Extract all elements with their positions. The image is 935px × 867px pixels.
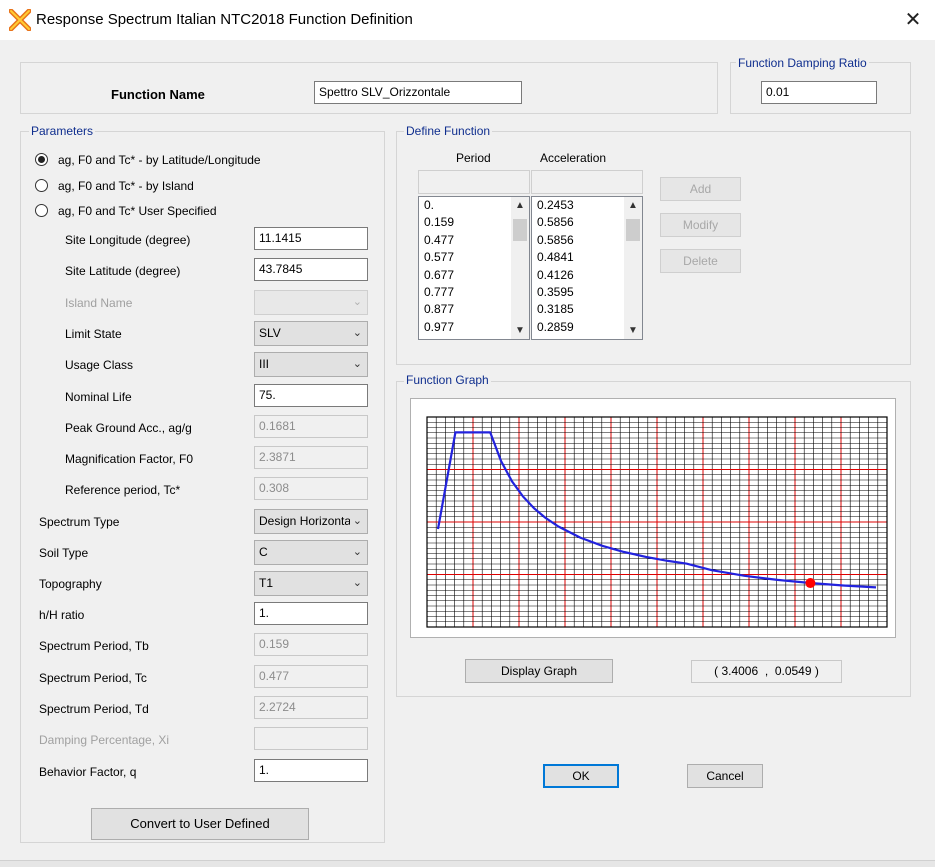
chevron-down-icon: ⌄ (352, 358, 362, 370)
chevron-down-icon: ⌄ (349, 510, 362, 533)
behavior-factor-label: Behavior Factor, q (39, 765, 137, 779)
add-button[interactable]: Add (660, 177, 741, 201)
acceleration-scrollbar[interactable]: ▲ ▼ (624, 197, 642, 339)
function-graph-group-label: Function Graph (404, 373, 491, 387)
limit-state-value: SLV (259, 326, 281, 340)
ok-button[interactable]: OK (543, 764, 619, 788)
app-icon (9, 9, 31, 31)
topography-select[interactable]: T1 ⌄ (254, 571, 368, 596)
chevron-down-icon: ⌄ (352, 577, 362, 589)
damping-pct-value (254, 727, 368, 750)
tb-label: Spectrum Period, Tb (39, 639, 149, 653)
parameters-group-label: Parameters (29, 124, 96, 138)
period-header: Period (456, 151, 491, 165)
usage-class-label: Usage Class (65, 358, 134, 372)
limit-state-label: Limit State (65, 327, 122, 341)
td-label: Spectrum Period, Td (39, 702, 149, 716)
site-longitude-input[interactable]: 11.1415 (254, 227, 368, 250)
site-longitude-label: Site Longitude (degree) (65, 233, 191, 247)
usage-class-select[interactable]: III ⌄ (254, 352, 368, 377)
selected-point-marker (805, 578, 816, 589)
damping-group-label: Function Damping Ratio (736, 56, 869, 70)
chevron-down-icon: ⌄ (352, 296, 362, 308)
soil-type-select[interactable]: C ⌄ (254, 540, 368, 565)
function-name-input[interactable]: Spettro SLV_Orizzontale (314, 81, 522, 104)
acceleration-entry-box[interactable] (531, 170, 643, 194)
peak-ground-acc-value: 0.1681 (254, 415, 368, 438)
limit-state-select[interactable]: SLV ⌄ (254, 321, 368, 346)
window-title: Response Spectrum Italian NTC2018 Functi… (36, 11, 413, 28)
soil-type-label: Soil Type (39, 546, 89, 560)
site-latitude-label: Site Latitude (degree) (65, 264, 181, 278)
period-list[interactable]: 0. 0.159 0.477 0.577 0.677 0.777 0.877 0… (418, 196, 530, 340)
spectrum-type-label: Spectrum Type (39, 515, 120, 529)
td-value: 2.2724 (254, 696, 368, 719)
radio-lat-long-label: ag, F0 and Tc* - by Latitude/Longitude (58, 153, 261, 167)
usage-class-value: III (259, 357, 270, 371)
title-bar: Response Spectrum Italian NTC2018 Functi… (0, 0, 935, 40)
damping-pct-label: Damping Percentage, Xi (39, 733, 170, 747)
tb-value: 0.159 (254, 633, 368, 656)
display-graph-button[interactable]: Display Graph (465, 659, 613, 683)
scroll-thumb[interactable] (513, 219, 527, 241)
reference-period-value: 0.308 (254, 477, 368, 500)
coordinate-readout: ( 3.4006 , 0.0549 ) (691, 660, 842, 683)
chevron-down-icon: ⌄ (352, 327, 362, 339)
peak-ground-acc-label: Peak Ground Acc., ag/g (65, 421, 192, 435)
magnification-value: 2.3871 (254, 446, 368, 469)
magnification-label: Magnification Factor, F0 (65, 452, 194, 466)
topography-value: T1 (259, 576, 274, 590)
soil-type-value: C (259, 545, 268, 559)
spectrum-type-select[interactable]: Design Horizontal ⌄ (254, 509, 368, 534)
behavior-factor-input[interactable]: 1. (254, 759, 368, 782)
island-name-select: ⌄ (254, 290, 368, 315)
hH-ratio-input[interactable]: 1. (254, 602, 368, 625)
radio-user-specified-label: ag, F0 and Tc* User Specified (58, 204, 217, 218)
reference-period-label: Reference period, Tc* (65, 483, 181, 497)
modify-button[interactable]: Modify (660, 213, 741, 237)
acceleration-header: Acceleration (540, 151, 607, 165)
function-name-label: Function Name (111, 87, 205, 102)
close-icon[interactable]: ✕ (898, 6, 928, 34)
radio-user-specified[interactable] (35, 204, 48, 217)
scroll-thumb[interactable] (626, 219, 640, 241)
period-entry-box[interactable] (418, 170, 530, 194)
radio-island[interactable] (35, 179, 48, 192)
scroll-up-icon[interactable]: ▲ (624, 197, 642, 214)
graph-area[interactable] (410, 398, 896, 638)
spectrum-graph (426, 416, 888, 628)
site-latitude-input[interactable]: 43.7845 (254, 258, 368, 281)
convert-to-user-defined-button[interactable]: Convert to User Defined (91, 808, 309, 840)
chevron-down-icon: ⌄ (352, 546, 362, 558)
radio-lat-long[interactable] (35, 153, 48, 166)
scroll-down-icon[interactable]: ▼ (511, 322, 529, 339)
acceleration-list[interactable]: 0.2453 0.5856 0.5856 0.4841 0.4126 0.359… (531, 196, 643, 340)
damping-ratio-input[interactable]: 0.01 (761, 81, 877, 104)
spectrum-type-value: Design Horizontal (259, 514, 354, 528)
tc-label: Spectrum Period, Tc (39, 671, 147, 685)
scroll-down-icon[interactable]: ▼ (624, 322, 642, 339)
nominal-life-label: Nominal Life (65, 390, 132, 404)
hH-ratio-label: h/H ratio (39, 608, 85, 622)
period-scrollbar[interactable]: ▲ ▼ (511, 197, 529, 339)
radio-island-label: ag, F0 and Tc* - by Island (58, 179, 194, 193)
scroll-up-icon[interactable]: ▲ (511, 197, 529, 214)
define-function-group-label: Define Function (404, 124, 493, 138)
cancel-button[interactable]: Cancel (687, 764, 763, 788)
nominal-life-input[interactable]: 75. (254, 384, 368, 407)
tc-value: 0.477 (254, 665, 368, 688)
topography-label: Topography (39, 577, 102, 591)
delete-button[interactable]: Delete (660, 249, 741, 273)
island-name-label: Island Name (65, 296, 133, 310)
